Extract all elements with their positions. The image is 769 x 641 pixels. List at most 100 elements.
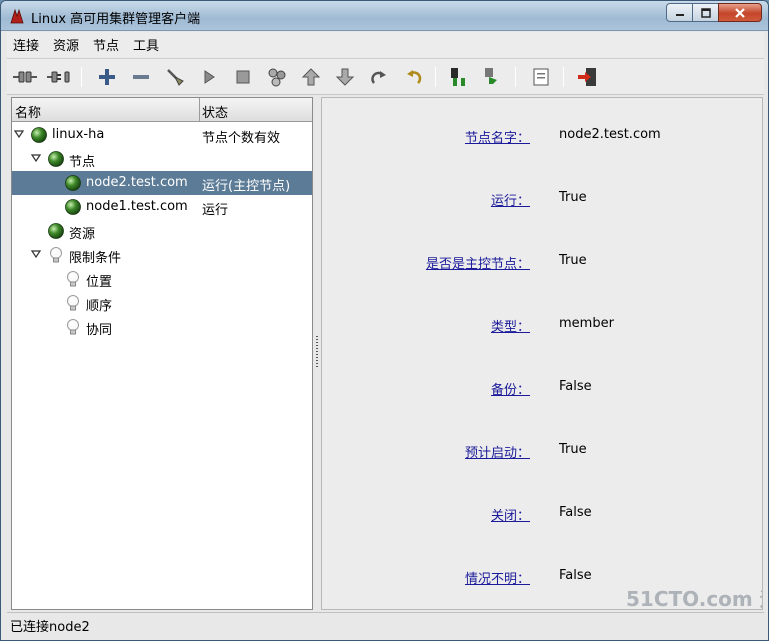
standby-button[interactable] [447, 65, 471, 89]
connect-button[interactable] [13, 65, 37, 89]
tree-row-label: 资源 [69, 227, 96, 242]
main-panes: 名称 状态 linux-ha 节点个数有效节点 node2.test.com 运行(主… [7, 96, 764, 611]
resource-tree: 名称 状态 linux-ha 节点个数有效节点 node2.test.com 运行(主… [11, 97, 313, 610]
disconnect-button[interactable] [47, 65, 71, 89]
minimize-icon [675, 13, 684, 16]
pane-splitter[interactable] [313, 96, 321, 611]
detail-row: 备份： False [322, 379, 762, 399]
maximize-icon [700, 7, 711, 18]
detail-row: 预计启动： True [322, 442, 762, 462]
menu-tools[interactable]: 工具 [133, 35, 159, 54]
tree-row-label: 位置 [86, 275, 113, 290]
move-up-button[interactable] [299, 65, 323, 89]
view-icon [533, 68, 549, 86]
maximize-button[interactable] [692, 3, 719, 22]
expand-toggle-icon[interactable] [14, 129, 24, 139]
splitter-grip [316, 336, 318, 368]
move-up-icon [301, 68, 321, 86]
tree-row-label: 协同 [86, 323, 113, 338]
menu-bar: 连接 资源 节点 工具 [7, 32, 764, 57]
lightbulb-icon [67, 319, 79, 335]
tree-row[interactable]: 限制条件 [12, 243, 312, 267]
undo-button[interactable] [401, 65, 425, 89]
active-button[interactable] [481, 65, 505, 89]
toolbar-separator [81, 67, 82, 87]
tree-row[interactable]: linux-ha 节点个数有效 [12, 123, 312, 147]
expand-toggle-icon[interactable] [31, 249, 41, 259]
start-button[interactable] [197, 65, 221, 89]
detail-label-link[interactable]: 节点名字： [465, 127, 530, 146]
lightbulb-icon [67, 295, 79, 311]
column-header-name[interactable]: 名称 [15, 102, 41, 121]
watermark-logo: 51CTO.com 运维网 Yunwei Network [626, 587, 762, 611]
tree-row[interactable]: node1.test.com 运行 [12, 195, 312, 219]
column-divider[interactable] [199, 98, 200, 121]
active-icon [485, 68, 497, 84]
close-button[interactable] [718, 3, 762, 22]
detail-label-link[interactable]: 备份： [491, 379, 530, 398]
cleanup-button[interactable] [163, 65, 187, 89]
detail-label-link[interactable]: 预计启动： [465, 442, 530, 461]
tree-row[interactable]: 资源 [12, 219, 312, 243]
exit-button[interactable] [575, 65, 599, 89]
column-header-status[interactable]: 状态 [202, 102, 228, 121]
detail-label-link[interactable]: 类型： [491, 316, 530, 335]
cleanup-icon [167, 69, 184, 86]
tree-row-label: node1.test.com [86, 199, 188, 214]
remove-icon [133, 75, 149, 79]
app-window: Linux 高可用集群管理客户端 连接 资源 节点 工具 名称 状态 linux… [0, 0, 769, 641]
tree-row-label: node2.test.com [86, 175, 188, 190]
title-bar[interactable]: Linux 高可用集群管理客户端 [1, 1, 768, 31]
tree-column-headers: 名称 状态 [12, 98, 312, 122]
move-down-button[interactable] [333, 65, 357, 89]
remove-button[interactable] [129, 65, 153, 89]
toolbar-separator [563, 67, 564, 87]
toolbar-separator [435, 67, 436, 87]
redo-button[interactable] [367, 65, 391, 89]
toolbar [7, 58, 764, 95]
tree-row[interactable]: 节点 [12, 147, 312, 171]
detail-value: node2.test.com [559, 127, 661, 142]
detail-label-link[interactable]: 运行： [491, 190, 530, 209]
undo-icon [407, 70, 422, 84]
detail-value: False [559, 379, 592, 394]
green-orb-icon [65, 175, 81, 191]
disconnect-icon [47, 71, 70, 83]
menu-nodes[interactable]: 节点 [93, 35, 119, 54]
details-panel: 节点名字： node2.test.com 运行： True 是否是主控节点： True 类型… [321, 97, 763, 610]
move-down-icon [335, 68, 355, 86]
add-button[interactable] [95, 65, 119, 89]
lightbulb-icon [67, 271, 79, 287]
tree-row[interactable]: node2.test.com 运行(主控节点) [12, 171, 312, 195]
tree-row-label: 节点 [69, 155, 96, 170]
migrate-icon [268, 68, 286, 87]
green-orb-icon [48, 151, 64, 167]
detail-label-link[interactable]: 情况不明： [465, 568, 530, 587]
detail-label-link[interactable]: 是否是主控节点： [426, 253, 530, 272]
menu-connect[interactable]: 连接 [13, 35, 39, 54]
detail-row: 类型： member [322, 316, 762, 336]
green-orb-icon [48, 223, 64, 239]
app-logo-icon [10, 8, 24, 24]
toolbar-separator [515, 67, 516, 87]
expand-toggle-icon[interactable] [31, 153, 41, 163]
start-icon [204, 70, 215, 84]
detail-value: True [559, 190, 587, 205]
tree-row-label: 限制条件 [69, 251, 122, 266]
tree-row[interactable]: 协同 [12, 315, 312, 339]
tree-row[interactable]: 顺序 [12, 291, 312, 315]
add-icon [99, 69, 115, 85]
minimize-button[interactable] [666, 3, 693, 22]
migrate-button[interactable] [265, 65, 289, 89]
detail-row: 关闭： False [322, 505, 762, 525]
detail-row: 节点名字： node2.test.com [322, 127, 762, 147]
view-button[interactable] [529, 65, 553, 89]
status-text: 已连接node2 [10, 620, 90, 635]
tree-row[interactable]: 位置 [12, 267, 312, 291]
detail-row: 是否是主控节点： True [322, 253, 762, 273]
detail-label-link[interactable]: 关闭： [491, 505, 530, 524]
window-controls [666, 3, 762, 22]
menu-resources[interactable]: 资源 [53, 35, 79, 54]
tree-row-status: 节点个数有效 [202, 131, 281, 146]
stop-button[interactable] [231, 65, 255, 89]
